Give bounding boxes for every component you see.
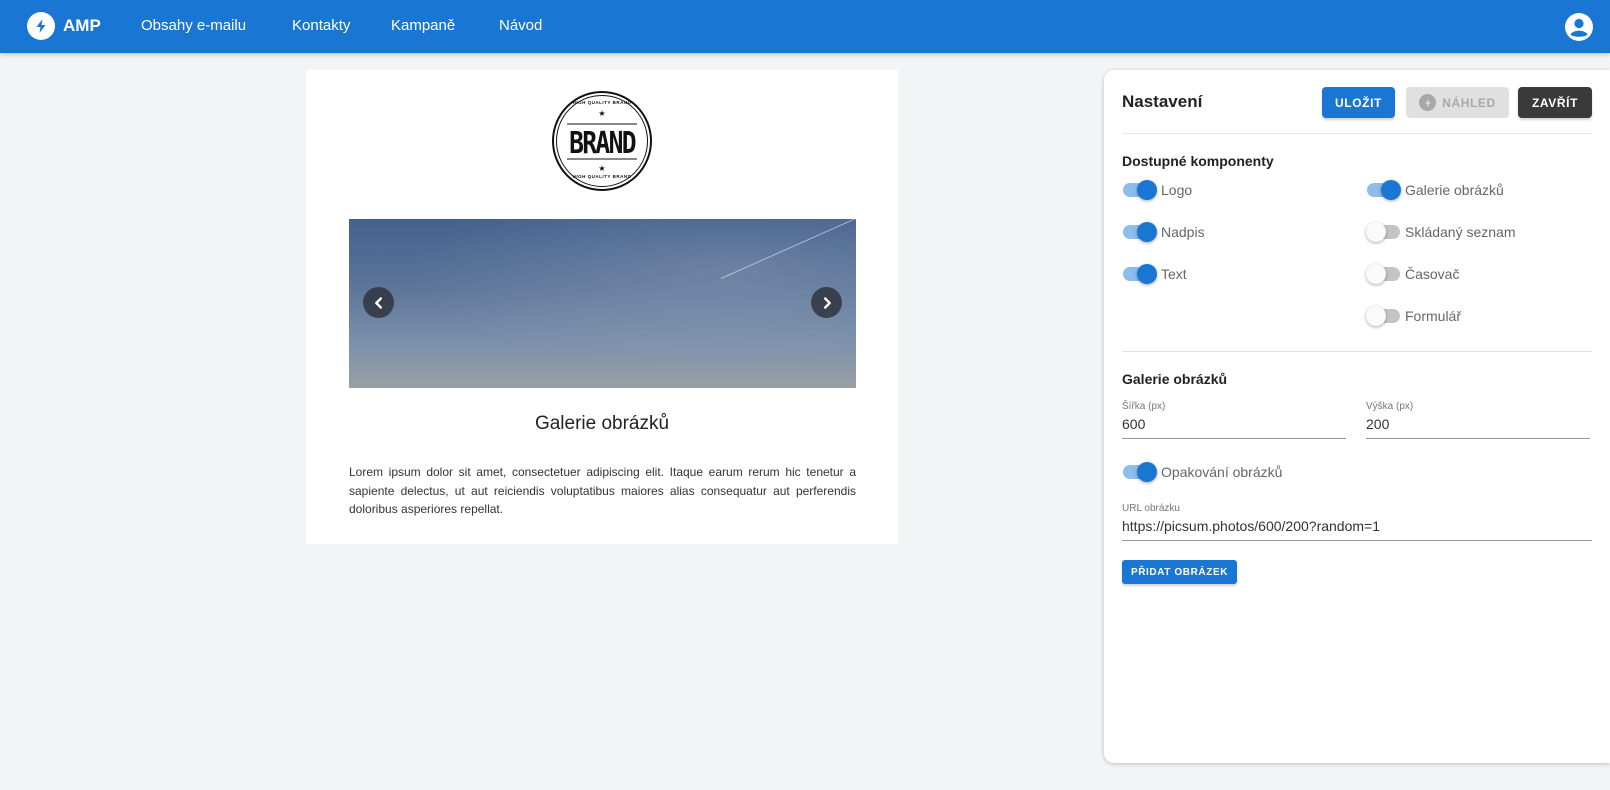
gallery-image [349, 219, 856, 388]
toggle-image-gallery[interactable]: Galerie obrázků [1366, 180, 1504, 200]
logo-star-bottom: ★ [598, 164, 606, 173]
toggle-label: Nadpis [1161, 224, 1205, 240]
image-url-input[interactable]: https://picsum.photos/600/200?random=1 [1122, 518, 1592, 541]
toggle-label: Opakování obrázků [1161, 464, 1283, 480]
nav-contacts[interactable]: Kontakty [292, 17, 350, 34]
email-preview: HIGH QUALITY BRAND ★ BRAND ★ HIGH QUALIT… [306, 70, 898, 544]
toggle-image-loop[interactable]: Opakování obrázků [1122, 462, 1282, 482]
nav-email-contents[interactable]: Obsahy e-mailu [141, 17, 246, 34]
nav-guide[interactable]: Návod [499, 17, 542, 34]
switch[interactable] [1366, 222, 1400, 242]
height-input[interactable]: 200 [1366, 416, 1590, 439]
save-button[interactable]: ULOŽIT [1322, 87, 1395, 118]
switch[interactable] [1122, 222, 1157, 242]
account-circle-icon[interactable] [1564, 12, 1594, 42]
toggle-label: Logo [1161, 182, 1193, 198]
width-field-label: Šířka (px) [1122, 401, 1166, 412]
switch[interactable] [1122, 180, 1157, 200]
logo-tagline-top: HIGH QUALITY BRAND [572, 100, 632, 105]
toggle-form[interactable]: Formulář [1366, 306, 1461, 326]
width-input[interactable]: 600 [1122, 416, 1346, 439]
preview-body-text: Lorem ipsum dolor sit amet, consectetuer… [349, 465, 856, 516]
logo-star-top: ★ [598, 109, 606, 118]
image-url-field[interactable]: URL obrázku https://picsum.photos/600/20… [1122, 503, 1592, 541]
toggle-stacked-list[interactable]: Skládaný seznam [1366, 222, 1516, 242]
switch[interactable] [1366, 306, 1400, 326]
logo-wordmark: BRAND [569, 126, 636, 161]
app-brand-name[interactable]: AMP [63, 16, 101, 36]
preview-button-label: NÁHLED [1442, 95, 1496, 110]
toggle-heading[interactable]: Nadpis [1122, 222, 1205, 242]
top-app-bar: AMP Obsahy e-mailu Kontakty Kampaně Návo… [0, 0, 1610, 53]
width-field[interactable]: Šířka (px) 600 [1122, 401, 1346, 439]
toggle-timer[interactable]: Časovač [1366, 264, 1459, 284]
divider [1122, 133, 1592, 134]
logo-tagline-bottom: HIGH QUALITY BRAND [572, 174, 632, 179]
add-image-button[interactable]: PŘIDAT OBRÁZEK [1122, 560, 1237, 584]
toggle-label: Časovač [1405, 266, 1460, 282]
image-gallery [349, 219, 856, 388]
height-field[interactable]: Výška (px) 200 [1366, 401, 1590, 439]
toggle-logo[interactable]: Logo [1122, 180, 1192, 200]
preview-heading: Galerie obrázků [534, 413, 670, 434]
toggle-label: Formulář [1405, 308, 1462, 324]
switch[interactable] [1122, 264, 1157, 284]
nav-campaigns[interactable]: Kampaně [391, 17, 455, 34]
gallery-prev-button[interactable] [363, 287, 394, 318]
toggle-label: Skládaný seznam [1405, 224, 1516, 240]
chevron-right-icon [823, 296, 831, 309]
switch[interactable] [1366, 264, 1400, 284]
height-field-label: Výška (px) [1366, 401, 1414, 412]
preview-button[interactable]: NÁHLED [1406, 87, 1509, 118]
switch[interactable] [1122, 462, 1157, 482]
gallery-next-button[interactable] [811, 287, 842, 318]
settings-title: Nastavení [1122, 92, 1203, 111]
settings-panel: Nastavení ULOŽIT NÁHLED ZAVŘÍT Dostupné … [1104, 70, 1610, 763]
toggle-label: Text [1161, 266, 1187, 282]
brand-logo: HIGH QUALITY BRAND ★ BRAND ★ HIGH QUALIT… [551, 90, 653, 192]
chevron-left-icon [374, 296, 382, 309]
bolt-icon[interactable] [27, 12, 55, 40]
toggle-label: Galerie obrázků [1405, 182, 1504, 198]
switch[interactable] [1366, 180, 1401, 200]
close-button[interactable]: ZAVŘÍT [1518, 87, 1592, 118]
divider [1122, 351, 1592, 352]
gallery-section-title: Galerie obrázků [1122, 371, 1228, 387]
bolt-icon [1419, 94, 1437, 111]
components-section-title: Dostupné komponenty [1122, 153, 1274, 169]
toggle-text[interactable]: Text [1122, 264, 1187, 284]
image-url-label: URL obrázku [1122, 503, 1180, 514]
